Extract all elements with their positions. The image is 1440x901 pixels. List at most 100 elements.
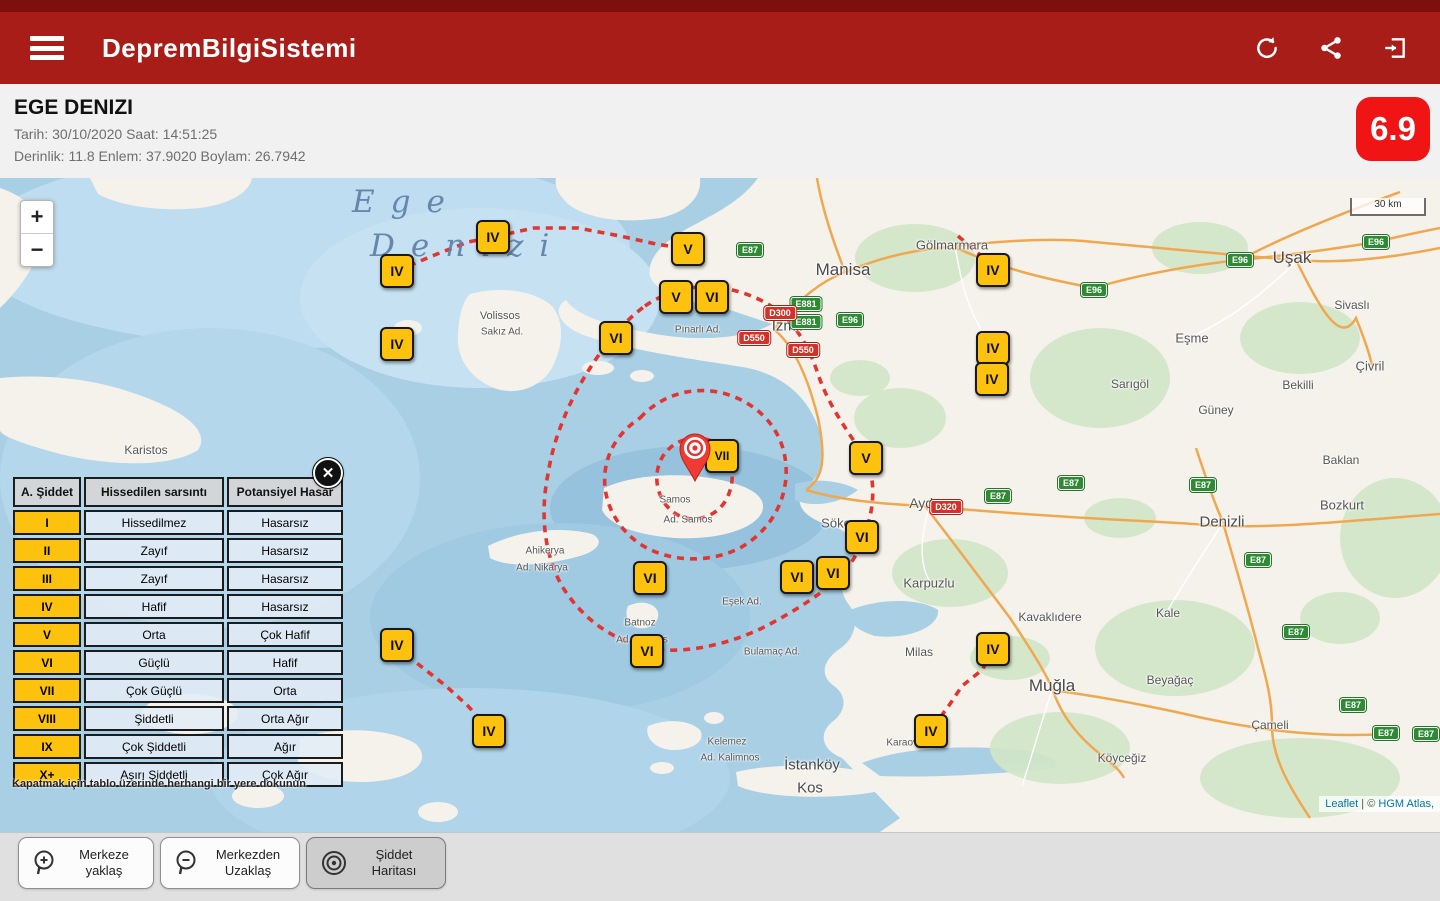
felt-cell: Güçlü — [84, 650, 224, 675]
road-badge-E87: E87 — [1244, 553, 1272, 567]
epicenter-pin[interactable] — [664, 418, 726, 488]
road-badge-E87: E87 — [736, 243, 764, 257]
button-label: Şiddet Haritası — [371, 847, 417, 878]
degree-cell: III — [13, 566, 81, 591]
felt-cell: Çok Şiddetli — [84, 734, 224, 759]
app-bar: DepremBilgiSistemi — [0, 12, 1440, 84]
damage-cell: Orta Ağır — [227, 706, 343, 731]
degree-cell: I — [13, 510, 81, 535]
intensity-marker-V[interactable]: V — [671, 232, 705, 266]
refresh-icon[interactable] — [1254, 35, 1280, 61]
road-badge-E96: E96 — [1080, 283, 1108, 297]
map-attribution: Leaflet | © HGM Atlas, — [1319, 796, 1440, 812]
road-badge-D320: D320 — [930, 500, 962, 514]
zoom-to-center-button[interactable]: Merkeze yaklaş — [18, 837, 154, 889]
damage-cell: Hafif — [227, 650, 343, 675]
road-badge-D300: D300 — [764, 306, 796, 320]
road-badge-E87: E87 — [1282, 625, 1310, 639]
road-badge-E87: E87 — [1412, 727, 1440, 741]
road-badge-E96: E96 — [1226, 253, 1254, 267]
intensity-marker-IV[interactable]: IV — [976, 331, 1010, 365]
bottom-toolbar: Merkeze yaklaş Merkezden Uzaklaş Şiddet Har… — [0, 832, 1440, 901]
zoom-out-magnifier-icon — [176, 850, 196, 875]
intensity-marker-VI[interactable]: VI — [780, 560, 814, 594]
intensity-marker-VI[interactable]: VI — [816, 556, 850, 590]
legend-header: A. Şiddet — [13, 477, 81, 507]
event-datetime: Tarih: 30/10/2020 Saat: 14:51:25 — [14, 126, 218, 142]
road-badge-E96: E96 — [1362, 235, 1390, 249]
road-badge-E96: E96 — [836, 313, 864, 327]
intensity-marker-IV[interactable]: IV — [380, 327, 414, 361]
intensity-marker-V[interactable]: V — [659, 280, 693, 314]
leaflet-map[interactable]: Ege Denizi Manisa Gölmarmara İzmir Uşak Siva… — [0, 178, 1440, 832]
felt-cell: Hafif — [84, 594, 224, 619]
damage-cell: Çok Hafif — [227, 622, 343, 647]
app-title: DepremBilgiSistemi — [102, 32, 357, 63]
attribution-source-link[interactable]: HGM Atlas, — [1378, 798, 1434, 810]
damage-cell: Hasarsız — [227, 594, 343, 619]
felt-cell: Hissedilmez — [84, 510, 224, 535]
legend-row: II Zayıf Hasarsız — [13, 538, 343, 563]
event-depth-coordinates: Derinlik: 11.8 Enlem: 37.9020 Boylam: 26… — [14, 148, 306, 164]
zoom-out-button[interactable]: − — [21, 234, 53, 266]
button-label: Merkeze yaklaş — [79, 847, 129, 878]
island — [418, 802, 458, 822]
event-info-panel: EGE DENIZI Tarih: 30/10/2020 Saat: 14:51… — [0, 84, 1440, 178]
damage-cell: Hasarsız — [227, 566, 343, 591]
damage-cell: Orta — [227, 678, 343, 703]
event-location: EGE DENIZI — [14, 96, 134, 119]
legend-row: VIII Şiddetli Orta Ağır — [13, 706, 343, 731]
legend-close-hint: Kapatmak için tablo üzerinde herhangi bi… — [12, 778, 306, 790]
map-zoom-control: + − — [20, 200, 54, 267]
intensity-marker-VI[interactable]: VI — [695, 280, 729, 314]
intensity-marker-IV[interactable]: IV — [976, 632, 1010, 666]
road-badge-D550: D550 — [738, 331, 770, 345]
intensity-marker-V[interactable]: V — [849, 441, 883, 475]
zoom-in-magnifier-icon — [34, 850, 54, 875]
degree-cell: IV — [13, 594, 81, 619]
legend-row: VII Çok Güçlü Orta — [13, 678, 343, 703]
legend-row: I Hissedilmez Hasarsız — [13, 510, 343, 535]
intensity-marker-VI[interactable]: VI — [845, 520, 879, 554]
island — [630, 370, 654, 382]
degree-cell: VI — [13, 650, 81, 675]
magnitude-badge: 6.9 — [1356, 97, 1430, 161]
exit-icon[interactable] — [1382, 35, 1408, 61]
close-icon[interactable]: ✕ — [312, 457, 344, 489]
road-badge-E87: E87 — [1372, 726, 1400, 740]
intensity-marker-IV[interactable]: IV — [380, 254, 414, 288]
leaflet-link[interactable]: Leaflet — [1325, 798, 1358, 810]
intensity-marker-IV[interactable]: IV — [914, 714, 948, 748]
intensity-marker-IV[interactable]: IV — [472, 714, 506, 748]
degree-cell: V — [13, 622, 81, 647]
zoom-in-button[interactable]: + — [21, 201, 53, 234]
felt-cell: Şiddetli — [84, 706, 224, 731]
intensity-marker-IV[interactable]: IV — [380, 628, 414, 662]
share-icon[interactable] — [1318, 35, 1344, 61]
intensity-marker-IV[interactable]: IV — [975, 362, 1009, 396]
legend-row: IX Çok Şiddetli Ağır — [13, 734, 343, 759]
intensity-marker-IV[interactable]: IV — [476, 220, 510, 254]
zoom-out-from-center-button[interactable]: Merkezden Uzaklaş — [160, 837, 300, 889]
degree-cell: VIII — [13, 706, 81, 731]
hamburger-menu-icon[interactable] — [30, 36, 64, 60]
intensity-marker-VI[interactable]: VI — [633, 561, 667, 595]
road-badge-E87: E87 — [984, 489, 1012, 503]
felt-cell: Zayıf — [84, 538, 224, 563]
road-badge-D550: D550 — [787, 343, 819, 357]
island — [704, 712, 724, 724]
legend-header: Hissedilen sarsıntı — [84, 477, 224, 507]
felt-cell: Çok Güçlü — [84, 678, 224, 703]
intensity-legend-table[interactable]: A. Şiddet Hissedilen sarsıntı Potansiyel H… — [10, 474, 346, 790]
degree-cell: IX — [13, 734, 81, 759]
legend-row: V Orta Çok Hafif — [13, 622, 343, 647]
road-badge-E87: E87 — [1339, 698, 1367, 712]
island — [650, 762, 674, 774]
intensity-map-button[interactable]: Şiddet Haritası — [306, 837, 446, 889]
intensity-marker-VI[interactable]: VI — [599, 321, 633, 355]
map-scale: 30 km — [1350, 198, 1426, 216]
intensity-marker-IV[interactable]: IV — [976, 253, 1010, 287]
damage-cell: Hasarsız — [227, 538, 343, 563]
intensity-marker-VI[interactable]: VI — [630, 634, 664, 668]
degree-cell: VII — [13, 678, 81, 703]
